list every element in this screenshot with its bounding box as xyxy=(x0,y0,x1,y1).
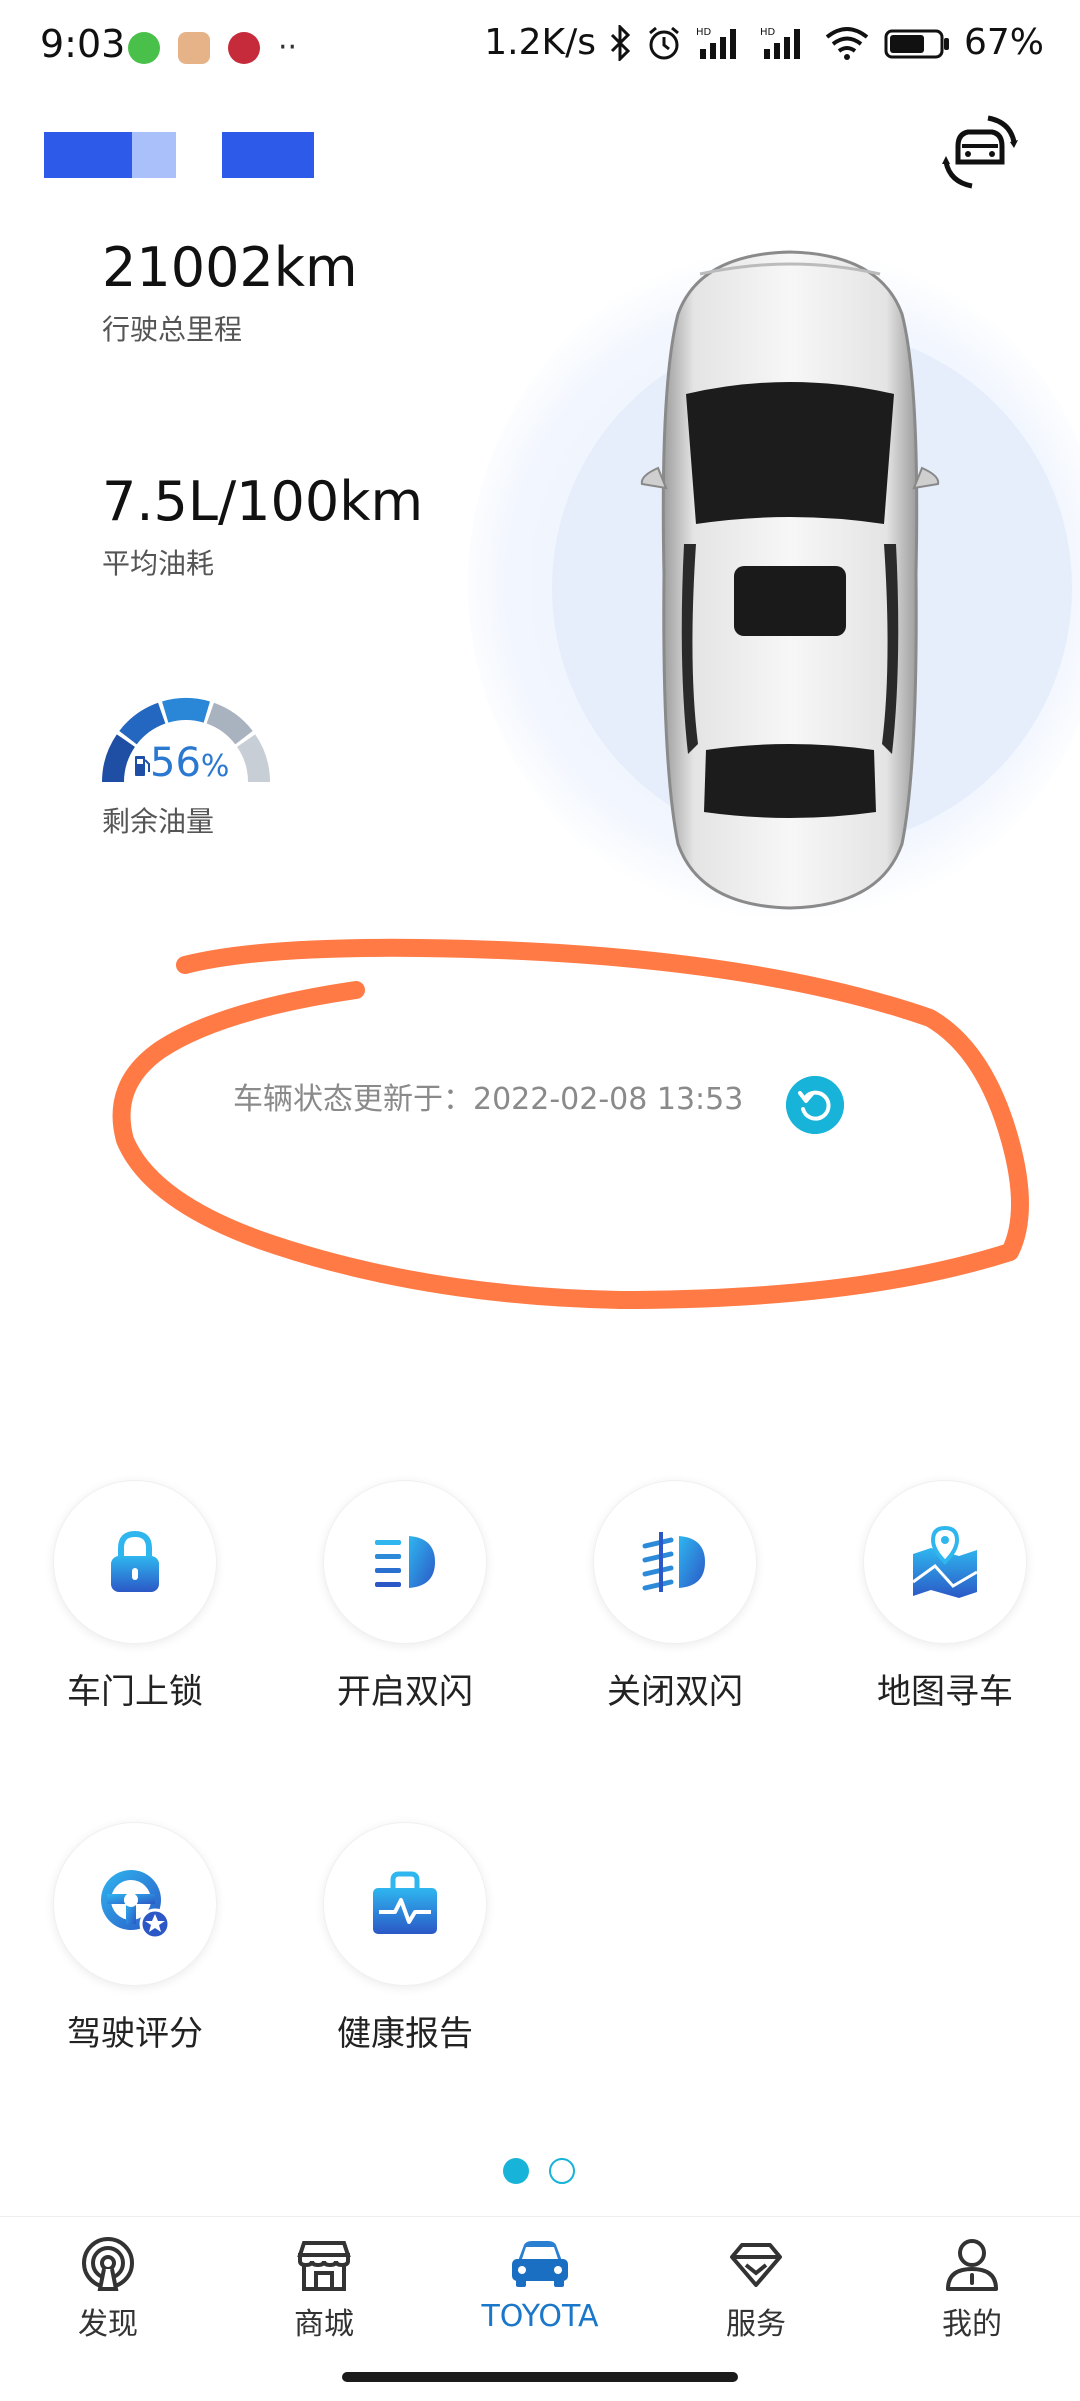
mileage-label: 行驶总里程 xyxy=(102,313,243,346)
bluetooth-icon xyxy=(610,24,631,61)
fuel-gauge-segment xyxy=(206,702,253,745)
nav-label: 发现 xyxy=(78,2307,138,2342)
action-circle[interactable] xyxy=(53,1822,217,1986)
store-icon xyxy=(297,2241,351,2291)
action-circle[interactable] xyxy=(863,1480,1027,1644)
action-circle[interactable] xyxy=(53,1480,217,1644)
nav-toyota[interactable]: TOYOTA xyxy=(432,2235,648,2334)
action-label: 地图寻车 xyxy=(877,1672,1013,1712)
action-hazard-off[interactable]: 关闭双闪 xyxy=(565,1480,785,1713)
battery-percent: 67% xyxy=(963,22,1044,63)
status-time: 9:03 xyxy=(40,22,126,66)
action-driving-score[interactable]: 驾驶评分 xyxy=(25,1822,245,2055)
action-find-car-map[interactable]: 地图寻车 xyxy=(835,1480,1055,1713)
alarm-icon xyxy=(649,26,679,59)
discover-icon xyxy=(82,2237,134,2291)
nav-label: TOYOTA xyxy=(481,2299,599,2334)
refresh-button[interactable] xyxy=(786,1076,844,1134)
hazard-on-icon xyxy=(375,1536,435,1588)
page-dot-active[interactable] xyxy=(503,2158,529,2184)
lock-icon xyxy=(111,1530,159,1592)
signal-hd-2-icon: HD xyxy=(760,27,800,59)
nav-label: 商城 xyxy=(294,2307,354,2342)
home-indicator[interactable] xyxy=(342,2372,738,2382)
diamond-icon xyxy=(730,2243,782,2287)
action-circle[interactable] xyxy=(323,1822,487,1986)
wechat-icon xyxy=(128,31,160,64)
status-bar: 9:03 ·· 1.2K/s HD HD 67% xyxy=(0,0,1080,96)
notification-icons: ·· xyxy=(128,30,297,65)
net-speed: 1.2K/s xyxy=(484,22,596,63)
vehicle-status-update-time: 车辆状态更新于：2022-02-08 13:53 xyxy=(233,1082,744,1117)
car-icon xyxy=(512,2241,568,2287)
action-circle[interactable] xyxy=(593,1480,757,1644)
fuel-gauge-segment xyxy=(162,698,210,723)
action-lock-doors[interactable]: 车门上锁 xyxy=(25,1480,245,1713)
wifi-icon xyxy=(825,26,869,60)
map-pin-icon xyxy=(912,1526,978,1598)
fuel-pump-icon xyxy=(135,756,150,776)
nav-label: 我的 xyxy=(942,2307,1002,2342)
brand-logo xyxy=(44,132,314,178)
action-label: 健康报告 xyxy=(337,2014,473,2054)
mileage-value: 21002km xyxy=(102,236,358,299)
fuel-consumption-label: 平均油耗 xyxy=(102,547,215,580)
action-health-report[interactable]: 健康报告 xyxy=(295,1822,515,2055)
action-hazard-on[interactable]: 开启双闪 xyxy=(295,1480,515,1713)
more-icon: ·· xyxy=(278,30,298,65)
svg-text:HD: HD xyxy=(760,27,776,38)
action-circle[interactable] xyxy=(323,1480,487,1644)
app-icon xyxy=(228,31,260,64)
fuel-gauge-segment xyxy=(237,734,270,782)
nav-discover[interactable]: 发现 xyxy=(0,2235,216,2343)
nav-service[interactable]: 服务 xyxy=(648,2235,864,2343)
health-report-icon xyxy=(373,1871,437,1934)
signal-hd-1-icon: HD xyxy=(696,27,736,59)
action-label: 车门上锁 xyxy=(67,1672,203,1712)
hazard-off-icon xyxy=(642,1532,705,1592)
action-label: 驾驶评分 xyxy=(67,2014,203,2054)
action-label: 开启双闪 xyxy=(337,1672,473,1712)
svg-text:HD: HD xyxy=(696,27,712,38)
steering-wheel-star-icon xyxy=(101,1870,171,1940)
profile-icon xyxy=(946,2239,998,2291)
nav-profile[interactable]: 我的 xyxy=(864,2235,1080,2343)
page-dot[interactable] xyxy=(549,2158,575,2184)
fuel-level-label: 剩余油量 xyxy=(102,805,215,838)
fuel-gauge-segment xyxy=(102,734,135,782)
fuel-consumption-value: 7.5L/100km xyxy=(102,470,424,533)
status-right: 1.2K/s HD HD 67% xyxy=(484,22,1044,63)
page-indicator xyxy=(503,2158,575,2184)
switch-vehicle-icon[interactable] xyxy=(940,112,1020,192)
nav-store[interactable]: 商城 xyxy=(216,2235,432,2343)
taobao-icon xyxy=(178,31,210,64)
fuel-gauge-segment xyxy=(119,702,166,745)
battery-icon xyxy=(884,29,949,58)
action-label: 关闭双闪 xyxy=(607,1672,743,1712)
car-top-view-image xyxy=(640,250,940,910)
fuel-level-value: 56% xyxy=(150,740,230,786)
nav-label: 服务 xyxy=(726,2307,786,2342)
